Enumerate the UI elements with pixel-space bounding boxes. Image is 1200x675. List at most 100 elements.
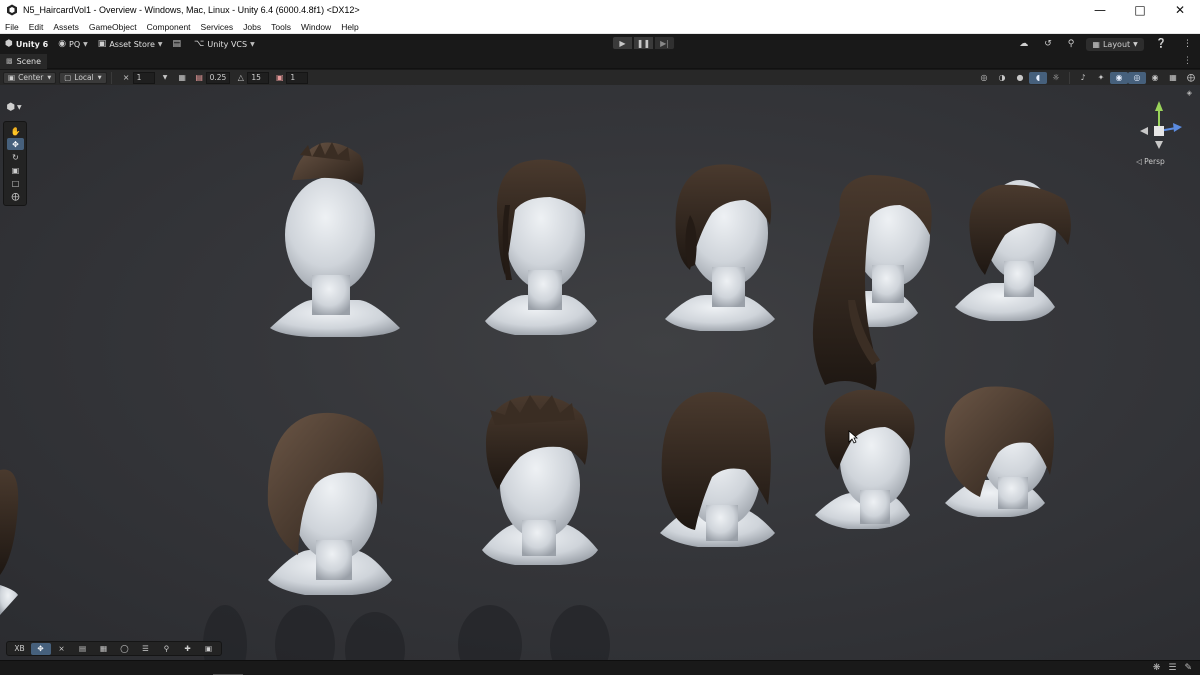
help-icon[interactable]: ❔ [1148, 39, 1175, 49]
more-options-icon[interactable]: ⋮ [1175, 39, 1200, 49]
increment-snap-icon[interactable]: ▤ [193, 72, 206, 84]
scene-toolbar-right: ◎ ◑ ● ◖ ☼ ♪ ✦ ◉ ◎ ◉ ▦ ⨁ [975, 70, 1200, 85]
unity-app-icon [7, 4, 17, 16]
layers-overlay-icon[interactable]: ☰ [136, 643, 156, 655]
gizmo-lock-icon[interactable]: ◈ [1187, 89, 1192, 97]
hidden-objects-icon[interactable]: ◉ [1146, 72, 1164, 84]
space-mode-dropdown[interactable]: ▢ Local ▼ [59, 71, 107, 84]
grid-snap-icon[interactable]: ▦ [176, 72, 189, 84]
menu-tools[interactable]: Tools [266, 22, 296, 32]
orientation-gizmo[interactable]: ◁ Persp ◈ [1134, 89, 1192, 166]
rotate-tool-icon[interactable]: ↻ [7, 151, 24, 163]
menu-gameobject[interactable]: GameObject [84, 22, 142, 32]
gizmos-dropdown-icon[interactable]: ⨁ [1182, 72, 1200, 84]
head-swept-bob[interactable] [955, 180, 1071, 321]
menu-file[interactable]: File [0, 22, 24, 32]
head-spiky-messy[interactable] [482, 395, 598, 565]
pen-icon[interactable]: ✎ [1184, 663, 1192, 673]
lit-shading-icon[interactable]: ◖ [1029, 71, 1047, 84]
grid-overlay-icon[interactable]: ▤ [73, 643, 93, 655]
scene-visibility-icon[interactable]: ◉ [1110, 71, 1128, 84]
shaded-icon[interactable]: ● [1011, 72, 1029, 84]
minimize-icon[interactable]: — [1080, 0, 1120, 20]
cube-menu-icon[interactable]: ⬢ ▼ [3, 100, 25, 115]
stack-icon[interactable]: ☰ [1168, 663, 1176, 673]
chevron-down-icon: ▼ [83, 40, 88, 48]
head-long-straight[interactable] [267, 412, 392, 595]
menu-services[interactable]: Services [196, 22, 239, 32]
wireframe-shading-icon[interactable]: ◑ [993, 72, 1011, 84]
scale-snap-icon[interactable]: ▣ [273, 72, 286, 84]
gizmos-eye-icon[interactable]: ◎ [1128, 71, 1146, 84]
menu-assets[interactable]: Assets [48, 22, 84, 32]
maximize-icon[interactable]: □ [1120, 0, 1160, 20]
pivot-mode-dropdown[interactable]: ▣ Center ▼ [3, 71, 57, 84]
asset-store-dropdown[interactable]: ▣ Asset Store ▼ [93, 36, 168, 52]
camera-settings-icon[interactable]: ▦ [1164, 72, 1182, 84]
pause-icon[interactable]: ❚❚ [633, 36, 654, 50]
step-icon[interactable]: ▶| [654, 36, 675, 50]
head-long-braids[interactable] [812, 175, 932, 390]
rotate-snap-field[interactable]: 15 [247, 71, 270, 84]
head-side-part[interactable] [665, 164, 775, 331]
xr-toggle-button[interactable]: XB [10, 643, 30, 655]
scale-snap-field[interactable]: 1 [286, 71, 309, 84]
package-button[interactable]: ▤ [168, 36, 190, 52]
history-icon[interactable]: ↺ [1036, 39, 1060, 49]
menu-jobs[interactable]: Jobs [238, 22, 266, 32]
head-tied-back[interactable] [485, 159, 597, 335]
move-tool-icon[interactable]: ✥ [7, 138, 24, 150]
grid-count-field[interactable]: 1 [132, 71, 155, 84]
tools-overlay: ✋ ✥ ↻ ▣ □ ⨁ [3, 121, 27, 206]
grid-visibility-icon[interactable]: ⨯ [120, 72, 133, 84]
audio-toggle-icon[interactable]: ♪ [1074, 72, 1092, 84]
menu-component[interactable]: Component [142, 22, 196, 32]
snap-overlay-icon[interactable]: ▦ [94, 643, 114, 655]
effects-toggle-icon[interactable]: ✦ [1092, 72, 1110, 84]
tab-scene[interactable]: ▩ Scene [0, 53, 48, 69]
unity-button[interactable]: ⬢ Unity 6 [0, 36, 53, 52]
head-short-curtains[interactable] [815, 389, 915, 529]
rect-tool-icon[interactable]: □ [7, 177, 24, 189]
search-icon[interactable]: ⚲ [1060, 39, 1083, 49]
play-icon[interactable]: ▶ [612, 36, 633, 50]
orbit-overlay-icon[interactable]: ◯ [115, 643, 135, 655]
tool-settings-icon[interactable]: ⨯ [52, 643, 72, 655]
head-cropped-left[interactable] [0, 469, 19, 615]
rotate-snap-icon[interactable]: △ [234, 72, 247, 84]
tool-palette: ⬢ ▼ ✋ ✥ ↻ ▣ □ ⨁ [3, 85, 28, 206]
account-icon: ◉ [58, 39, 67, 49]
menu-edit[interactable]: Edit [24, 22, 49, 32]
cloud-icon[interactable]: ☁ [1011, 39, 1036, 49]
chevron-down-icon: ▼ [157, 40, 163, 48]
separator [110, 71, 112, 84]
vcs-label: Unity VCS [207, 39, 248, 49]
bug-icon[interactable]: ❋ [1153, 663, 1161, 673]
camera-overlay-icon[interactable]: ▣ [199, 643, 219, 655]
scene-viewport[interactable]: ⬢▼ ✋ ✥ ↻ ▣ □ ⨁ ◁ Persp ◈ XB ✥ ⨯ ▤ ▦ ◯ ☰ [0, 85, 1200, 660]
snap-value-field[interactable]: 0.25 [205, 71, 231, 84]
grid-dropdown-icon[interactable]: ▼ [159, 72, 172, 84]
head-shaggy-long[interactable] [660, 391, 775, 547]
zoom-overlay-icon[interactable]: ⚲ [157, 643, 177, 655]
head-bob-cut[interactable] [944, 386, 1054, 517]
lighting-icon[interactable]: ☼ [1047, 72, 1065, 84]
close-icon[interactable]: ✕ [1160, 0, 1200, 20]
scale-tool-icon[interactable]: ▣ [7, 164, 24, 176]
pan-overlay-icon[interactable]: ✚ [178, 643, 198, 655]
separator [1069, 71, 1070, 84]
menu-help[interactable]: Help [336, 22, 363, 32]
head-mohawk[interactable] [270, 142, 400, 337]
vcs-dropdown[interactable]: ⌥ Unity VCS ▼ [189, 36, 260, 52]
layout-dropdown[interactable]: ▦ Layout ▼ [1086, 37, 1144, 51]
transform-tool-icon[interactable]: ⨁ [7, 190, 24, 202]
package-icon: ▤ [172, 39, 182, 49]
menu-window[interactable]: Window [296, 22, 336, 32]
window-title-bar: N5_HaircardVol1 - Overview - Windows, Ma… [0, 0, 1200, 20]
tab-menu-icon[interactable]: ⋮ [1183, 56, 1192, 66]
move-overlay-icon[interactable]: ✥ [30, 642, 51, 655]
hand-tool-icon[interactable]: ✋ [7, 125, 24, 137]
draw-mode-icon[interactable]: ◎ [975, 72, 993, 84]
account-dropdown[interactable]: ◉ PQ ▼ [53, 36, 93, 52]
projection-label[interactable]: ◁ Persp [1136, 157, 1165, 166]
